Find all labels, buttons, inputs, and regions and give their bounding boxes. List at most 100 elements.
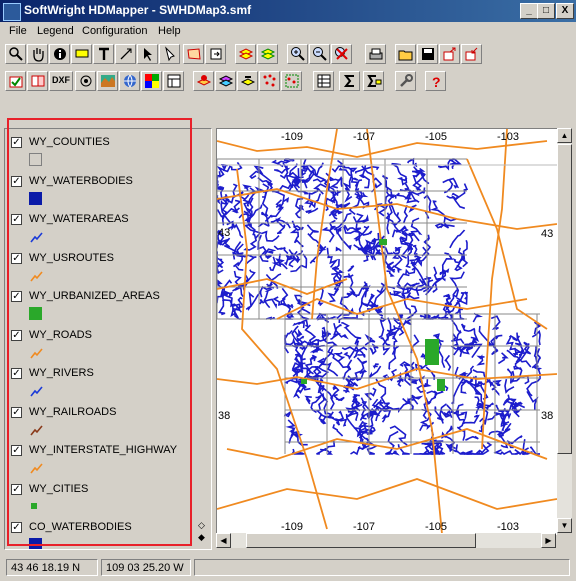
menu-configuration[interactable]: Configuration bbox=[82, 25, 147, 37]
check-map-icon[interactable] bbox=[5, 71, 26, 91]
close-button[interactable]: X bbox=[556, 3, 574, 19]
river-line bbox=[497, 352, 509, 365]
river-line bbox=[441, 252, 454, 274]
river-line bbox=[355, 213, 369, 223]
pan-hand-icon[interactable] bbox=[27, 44, 48, 64]
points-icon[interactable] bbox=[259, 71, 280, 91]
river-line bbox=[465, 435, 479, 441]
select-arrow-icon[interactable] bbox=[137, 44, 158, 64]
river-line bbox=[396, 176, 410, 192]
river-line bbox=[335, 226, 352, 251]
minimize-button[interactable]: _ bbox=[520, 3, 538, 19]
sum-icon[interactable] bbox=[339, 71, 360, 91]
river-line bbox=[318, 384, 334, 400]
zoom-window-icon[interactable] bbox=[5, 44, 26, 64]
open-folder-icon[interactable] bbox=[395, 44, 416, 64]
menu-legend[interactable]: Legend bbox=[37, 25, 74, 37]
river-line bbox=[364, 333, 376, 346]
scroll-up-icon[interactable]: ◇ bbox=[198, 520, 205, 531]
top-tick-label: -109 bbox=[281, 131, 304, 143]
wrench-icon[interactable] bbox=[395, 71, 416, 91]
river-line bbox=[387, 397, 410, 413]
river-line bbox=[253, 165, 272, 183]
river-line bbox=[332, 393, 345, 402]
river-line bbox=[305, 207, 319, 215]
river-line bbox=[448, 177, 460, 189]
river-line bbox=[434, 222, 445, 229]
river-line bbox=[335, 410, 345, 426]
import-icon[interactable] bbox=[461, 44, 482, 64]
refresh-icon[interactable] bbox=[205, 44, 226, 64]
river-line bbox=[531, 329, 541, 346]
layer-add-icon[interactable] bbox=[193, 71, 214, 91]
map-drawing bbox=[217, 129, 557, 534]
bottom-tick-label: -107 bbox=[353, 521, 376, 533]
layout-icon[interactable] bbox=[163, 71, 184, 91]
menu-help[interactable]: Help bbox=[158, 25, 181, 37]
right-tick-label: 43 bbox=[541, 228, 554, 240]
grid-color-icon[interactable] bbox=[141, 71, 162, 91]
polygon-icon[interactable] bbox=[183, 44, 204, 64]
toolbar-main bbox=[0, 42, 576, 66]
menu-file[interactable]: File bbox=[9, 25, 27, 37]
road-line bbox=[217, 368, 557, 390]
text-tool-icon[interactable] bbox=[93, 44, 114, 64]
river-line bbox=[260, 230, 280, 242]
urban-area bbox=[379, 239, 387, 245]
river-line bbox=[460, 323, 476, 332]
river-line bbox=[317, 287, 324, 307]
scroll-up-button[interactable]: ▲ bbox=[557, 128, 572, 143]
points-select-icon[interactable] bbox=[281, 71, 302, 91]
scroll-down-button[interactable]: ▼ bbox=[557, 518, 572, 533]
globe-icon[interactable] bbox=[119, 71, 140, 91]
zoom-out-icon[interactable] bbox=[309, 44, 330, 64]
convert-icon[interactable] bbox=[27, 71, 48, 91]
map-horizontal-scrollbar[interactable]: ◀ ▶ bbox=[216, 533, 556, 548]
scroll-right-button[interactable]: ▶ bbox=[541, 533, 556, 548]
layers-up-icon[interactable] bbox=[235, 44, 256, 64]
river-line bbox=[321, 227, 335, 243]
left-tick-label: 38 bbox=[218, 410, 231, 422]
export-icon[interactable] bbox=[439, 44, 460, 64]
river-line bbox=[421, 234, 432, 257]
river-line bbox=[284, 329, 293, 354]
target-icon[interactable] bbox=[75, 71, 96, 91]
river-line bbox=[407, 375, 419, 385]
river-line bbox=[449, 158, 462, 170]
river-line bbox=[307, 233, 327, 252]
scroll-left-button[interactable]: ◀ bbox=[216, 533, 231, 548]
label-icon[interactable] bbox=[71, 44, 92, 64]
scroll-down-icon[interactable]: ◆ bbox=[198, 532, 205, 543]
info-icon[interactable] bbox=[49, 44, 70, 64]
help-question-icon[interactable]: ? bbox=[425, 71, 446, 91]
river-line bbox=[444, 354, 452, 371]
save-icon[interactable] bbox=[417, 44, 438, 64]
table-icon[interactable] bbox=[313, 71, 334, 91]
layer-remove-icon[interactable] bbox=[237, 71, 258, 91]
sum-select-icon[interactable] bbox=[363, 71, 384, 91]
zoom-in-icon[interactable] bbox=[287, 44, 308, 64]
layers-down-icon[interactable] bbox=[257, 44, 278, 64]
dxf-icon[interactable]: DXF bbox=[49, 71, 73, 91]
layer-stack-icon[interactable] bbox=[215, 71, 236, 91]
measure-icon[interactable] bbox=[115, 44, 136, 64]
legend-highlight-frame bbox=[7, 118, 192, 546]
river-line bbox=[343, 273, 356, 294]
river-line bbox=[285, 419, 296, 430]
river-line bbox=[335, 246, 342, 252]
zoom-cancel-icon[interactable] bbox=[331, 44, 352, 64]
terrain-icon[interactable] bbox=[97, 71, 118, 91]
maximize-button[interactable]: □ bbox=[537, 3, 555, 19]
urban-area bbox=[301, 379, 307, 384]
edit-pointer-icon[interactable] bbox=[159, 44, 180, 64]
scroll-thumb[interactable] bbox=[557, 144, 572, 454]
river-line bbox=[294, 328, 303, 338]
urban-area bbox=[425, 339, 439, 365]
bottom-tick-label: -105 bbox=[425, 521, 448, 533]
map-vertical-scrollbar[interactable]: ▲ ▼ bbox=[557, 128, 572, 533]
print-icon[interactable] bbox=[365, 44, 386, 64]
river-line bbox=[326, 247, 339, 268]
h-scroll-thumb[interactable] bbox=[246, 533, 476, 548]
left-tick-label: 43 bbox=[218, 227, 231, 239]
map-canvas[interactable]: -109 -107 -105 -103 -109 -107 -105 -103 … bbox=[216, 128, 558, 535]
